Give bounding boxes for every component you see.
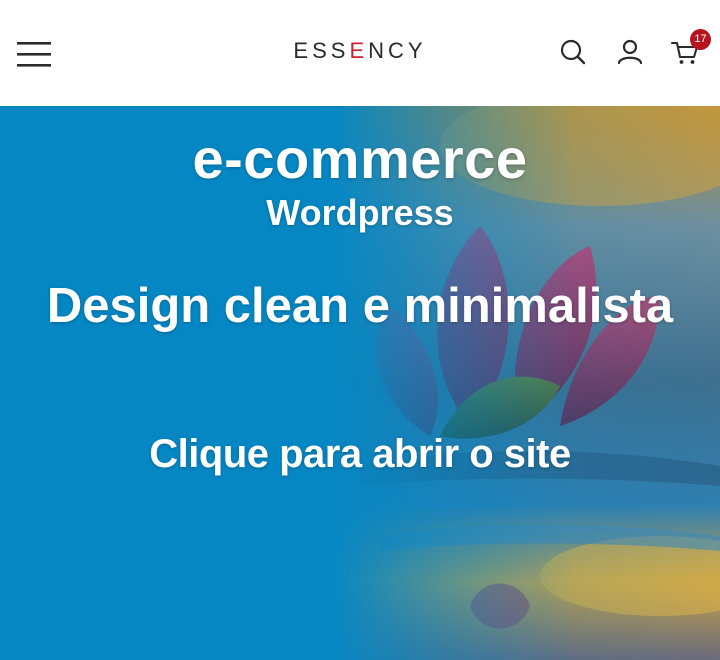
site-logo[interactable]: ESSENCY bbox=[0, 38, 720, 64]
logo-text-prefix: ESS bbox=[293, 38, 350, 63]
site-header: ESSENCY 17 bbox=[0, 0, 720, 106]
logo-text-accent: E bbox=[349, 38, 369, 63]
search-button[interactable] bbox=[557, 36, 589, 68]
hero-subtitle: Wordpress bbox=[266, 192, 454, 233]
search-icon bbox=[560, 39, 586, 65]
hero-title: e-commerce bbox=[192, 127, 528, 190]
user-icon bbox=[617, 39, 643, 65]
account-button[interactable] bbox=[614, 36, 646, 68]
hero-banner[interactable]: e-commerce Wordpress Design clean e mini… bbox=[0, 106, 720, 660]
logo-text-suffix: NCY bbox=[368, 38, 427, 63]
hero-cta-link[interactable]: Clique para abrir o site bbox=[0, 432, 720, 477]
cart-count-badge: 17 bbox=[690, 29, 711, 50]
hero-tagline: Design clean e minimalista bbox=[46, 279, 674, 333]
